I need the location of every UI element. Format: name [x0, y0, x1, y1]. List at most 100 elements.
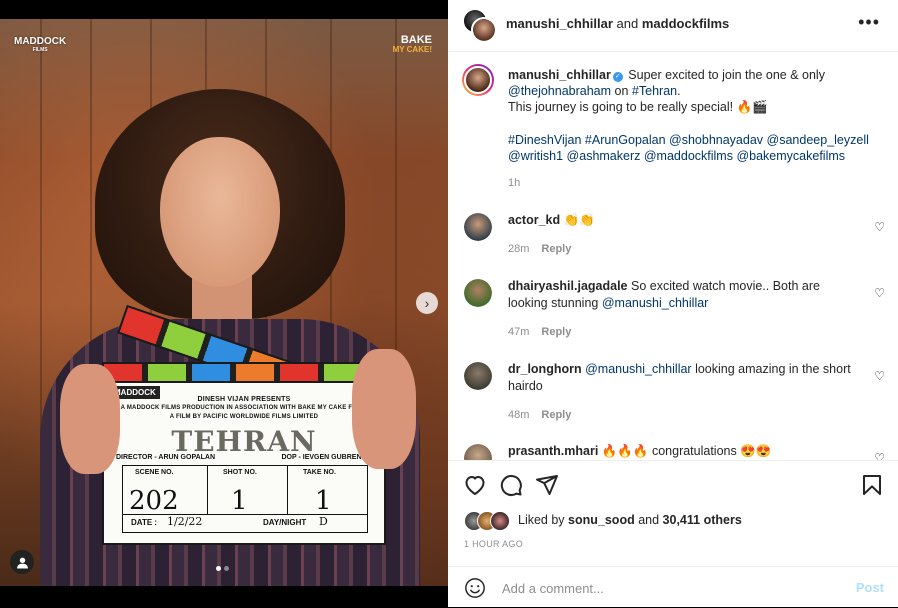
comment-body: 👏👏	[563, 213, 595, 227]
post-photo[interactable]: MADDOCK DINESH VIJAN PRESENTS A MADDOCK …	[0, 19, 448, 586]
shot-label: SHOT NO.	[223, 469, 257, 476]
caption-tag[interactable]: @shobhnayadav	[669, 133, 763, 147]
comment-meta: 47m Reply	[508, 326, 571, 338]
comment-mention[interactable]: @manushi_chhillar	[585, 362, 692, 376]
shot-value: 1	[231, 486, 248, 516]
like-heart-icon[interactable]	[463, 473, 487, 497]
comment-avatar[interactable]	[464, 213, 492, 241]
share-icon[interactable]	[535, 473, 559, 497]
caption-tag[interactable]: @bakemycakefilms	[736, 149, 845, 163]
person-face	[160, 137, 280, 287]
post-side-panel: manushi_chhillar and maddockfilms ••• ma…	[448, 0, 898, 607]
caption-tag[interactable]: @writish1	[508, 149, 563, 163]
comment-mention[interactable]: @manushi_chhillar	[602, 296, 709, 310]
comment-username[interactable]: dr_longhorn	[508, 362, 582, 376]
post-actions	[448, 460, 898, 509]
verified-badge-icon: ✓	[612, 72, 623, 82]
comment-avatar[interactable]	[464, 362, 492, 390]
header-usernames: manushi_chhillar and maddockfilms	[506, 16, 729, 31]
comment-username[interactable]: actor_kd	[508, 213, 560, 227]
carousel-dot	[224, 566, 229, 571]
liker-avatars	[464, 510, 512, 531]
watermark-right-line2: MY CAKE!	[392, 45, 432, 54]
date-label: DATE :	[131, 518, 158, 527]
add-comment-bar: Post	[448, 566, 898, 608]
caption-tag[interactable]: @ashmakerz	[567, 149, 641, 163]
likes-user[interactable]: sonu_sood	[568, 513, 635, 527]
caption-tag[interactable]: #ArunGopalan	[585, 133, 666, 147]
carousel-dot	[216, 566, 221, 571]
heart-icon[interactable]: ♡	[874, 451, 885, 460]
post-media[interactable]: MADDOCK DINESH VIJAN PRESENTS A MADDOCK …	[0, 0, 448, 607]
heart-icon[interactable]: ♡	[874, 220, 885, 234]
heart-icon[interactable]: ♡	[874, 286, 885, 300]
comment-meta: 28m Reply	[508, 243, 571, 255]
header-user2-link[interactable]: maddockfilms	[642, 16, 729, 31]
more-horizontal-icon[interactable]: •••	[858, 12, 880, 33]
likes-summary[interactable]: Liked by sonu_sood and 30,411 others	[464, 510, 884, 531]
comment-username[interactable]: dhairyashil.jagadale	[508, 279, 628, 293]
header-user1-link[interactable]: manushi_chhillar	[506, 16, 613, 31]
heart-icon[interactable]: ♡	[874, 369, 885, 383]
caption-time: 1h	[508, 177, 521, 189]
caption-period: .	[677, 84, 681, 99]
user-icon	[16, 557, 28, 568]
tagged-users-button[interactable]	[10, 550, 34, 574]
right-hand	[352, 349, 416, 469]
post-timestamp: 1 HOUR AGO	[464, 539, 524, 549]
clapper-grid: SCENE NO. SHOT NO. TAKE NO. 202 1 1 DATE…	[122, 465, 368, 533]
clapper-line1: DINESH VIJAN PRESENTS	[197, 396, 291, 403]
next-slide-button[interactable]: ›	[416, 292, 438, 314]
reply-button[interactable]: Reply	[541, 243, 571, 255]
likes-middle: and	[638, 513, 660, 527]
liker-avatar	[490, 511, 510, 531]
comment-avatar[interactable]	[464, 279, 492, 307]
caption-mention[interactable]: @thejohnabraham	[508, 84, 611, 98]
avatar-user1[interactable]	[471, 17, 497, 43]
comment-time: 28m	[508, 243, 530, 255]
daynight-label: DAY/NIGHT	[263, 518, 307, 527]
take-value: 1	[315, 486, 332, 516]
caption-username[interactable]: manushi_chhillar	[508, 68, 611, 82]
likes-count[interactable]: 30,411 others	[663, 513, 742, 527]
comment-time: 48m	[508, 409, 530, 421]
bakemycake-watermark: BAKE MY CAKE!	[392, 35, 432, 55]
reply-button[interactable]: Reply	[541, 326, 571, 338]
scene-label: SCENE NO.	[135, 469, 174, 476]
date-value: 1/2/22	[167, 515, 203, 528]
caption-text: manushi_chhillar ✓ Super excited to join …	[508, 67, 878, 164]
take-label: TAKE NO.	[303, 469, 336, 476]
post-header: manushi_chhillar and maddockfilms •••	[448, 0, 898, 52]
comment-time: 47m	[508, 326, 530, 338]
caption-line2: This journey is going to be really speci…	[508, 100, 768, 115]
clapper-line2: A MADDOCK FILMS PRODUCTION IN ASSOCIATIO…	[120, 405, 368, 411]
clapper-line3: A FILM BY PACIFIC WORLDWIDE FILMS LIMITE…	[169, 414, 319, 420]
comments-list[interactable]: manushi_chhillar ✓ Super excited to join …	[448, 52, 898, 460]
comment-text: dr_longhorn @manushi_chhillar looking am…	[508, 361, 853, 394]
comment-input[interactable]	[500, 575, 834, 601]
clapperboard: MADDOCK DINESH VIJAN PRESENTS A MADDOCK …	[102, 381, 386, 545]
caption-on-word: on	[614, 84, 629, 99]
clapper-director: DIRECTOR - ARUN GOPALAN	[116, 454, 216, 461]
comment-icon[interactable]	[499, 473, 523, 497]
caption-avatar[interactable]	[462, 64, 494, 96]
reply-button[interactable]: Reply	[541, 409, 571, 421]
comment-avatar[interactable]	[464, 444, 492, 460]
grid-divider	[207, 466, 208, 514]
post-button[interactable]: Post	[856, 580, 884, 595]
carousel-indicator	[216, 566, 229, 571]
comment-text: prasanth.mhari 🔥🔥🔥 congratulations 😍😍	[508, 443, 853, 460]
comment-text: dhairyashil.jagadale So excited watch mo…	[508, 278, 853, 311]
likes-text: Liked by sonu_sood and 30,411 others	[518, 513, 742, 527]
caption-tag[interactable]: @maddockfilms	[644, 149, 733, 163]
emoji-smile-icon[interactable]	[464, 577, 486, 599]
bookmark-icon[interactable]	[860, 473, 884, 497]
watermark-left-sub: FILMS	[32, 47, 48, 53]
caption-tag[interactable]: #DineshVijan	[508, 133, 581, 147]
grid-divider	[123, 514, 367, 515]
caption-tag[interactable]: @sandeep_leyzell	[767, 133, 869, 147]
clapper-dop: DOP - IEVGEN GUBRENKO	[281, 454, 373, 461]
comment-username[interactable]: prasanth.mhari	[508, 444, 598, 458]
comment-text: actor_kd 👏👏	[508, 212, 853, 229]
caption-hashtag-tehran[interactable]: #Tehran	[632, 84, 677, 98]
